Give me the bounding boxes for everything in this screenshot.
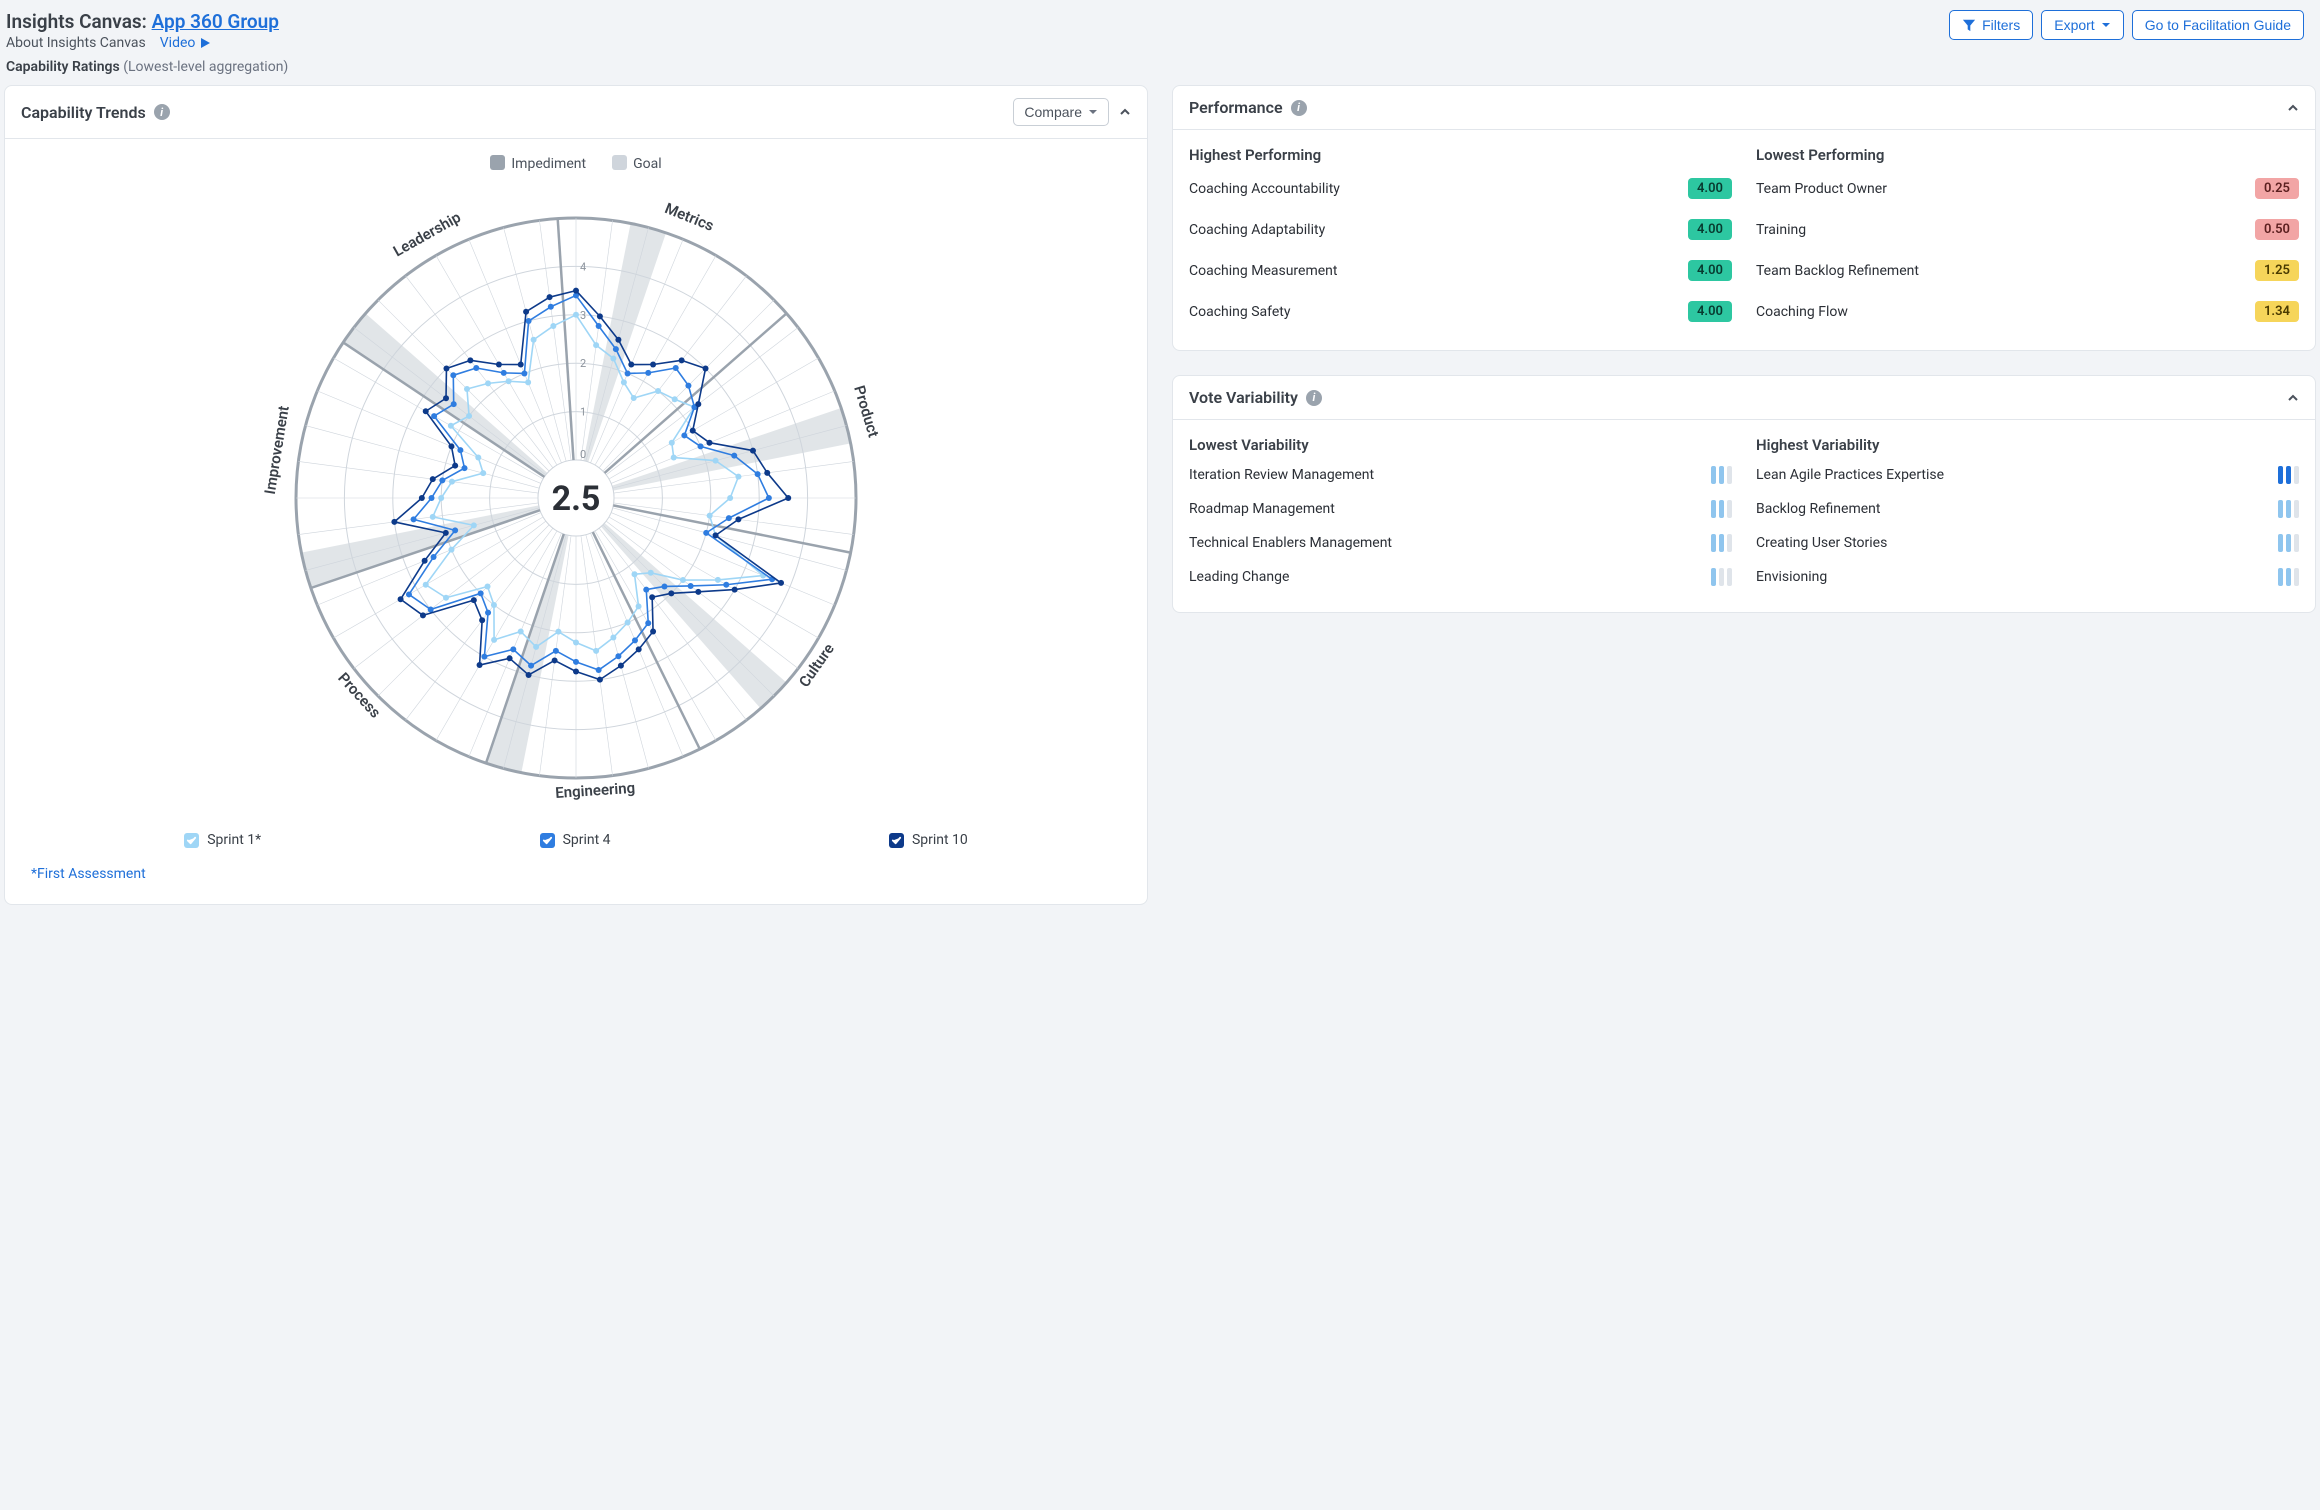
svg-text:0: 0 — [580, 448, 586, 461]
performance-row[interactable]: Training 0.50 — [1756, 209, 2299, 250]
caret-down-icon — [1088, 107, 1098, 117]
score-badge: 1.34 — [2255, 301, 2299, 322]
export-button[interactable]: Export — [2041, 10, 2123, 40]
svg-text:Metrics: Metrics — [662, 199, 716, 235]
svg-text:2: 2 — [580, 357, 586, 370]
variability-bars — [1711, 568, 1732, 586]
collapse-icon[interactable] — [2287, 392, 2299, 404]
svg-text:Improvement: Improvement — [261, 404, 293, 495]
score-badge: 4.00 — [1688, 219, 1732, 240]
capability-name: Coaching Measurement — [1189, 263, 1337, 279]
capability-name: Coaching Accountability — [1189, 181, 1340, 197]
performance-row[interactable]: Coaching Accountability 4.00 — [1189, 168, 1732, 209]
performance-title: Performance — [1189, 98, 1283, 117]
title-group-link[interactable]: App 360 Group — [152, 10, 279, 33]
capability-name: Iteration Review Management — [1189, 467, 1374, 483]
performance-row[interactable]: Coaching Flow 1.34 — [1756, 291, 2299, 332]
score-badge: 4.00 — [1688, 301, 1732, 322]
variability-bars — [2278, 500, 2299, 518]
title-prefix: Insights Canvas: — [6, 10, 152, 33]
score-badge: 4.00 — [1688, 178, 1732, 199]
sprint-legend: Sprint 1* Sprint 4 Sprint 10 — [45, 832, 1107, 848]
capability-name: Coaching Safety — [1189, 304, 1290, 320]
collapse-icon[interactable] — [1119, 106, 1131, 118]
performance-card: Performance i Highest Performing Coachin… — [1172, 85, 2316, 351]
column-header: Lowest Performing — [1756, 140, 2299, 168]
variability-bars — [2278, 568, 2299, 586]
performance-row[interactable]: Coaching Measurement 4.00 — [1189, 250, 1732, 291]
variability-row[interactable]: Roadmap Management — [1189, 492, 1732, 526]
score-badge: 1.25 — [2255, 260, 2299, 281]
capability-name: Lean Agile Practices Expertise — [1756, 467, 1944, 483]
capability-name: Training — [1756, 222, 1806, 238]
capability-radar-chart: 123402.5MetricsProductCultureEngineering… — [256, 178, 896, 818]
performance-row[interactable]: Coaching Adaptability 4.00 — [1189, 209, 1732, 250]
capability-name: Roadmap Management — [1189, 501, 1335, 517]
capability-name: Technical Enablers Management — [1189, 535, 1392, 551]
capability-name: Backlog Refinement — [1756, 501, 1880, 517]
performance-row[interactable]: Coaching Safety 4.00 — [1189, 291, 1732, 332]
svg-text:3: 3 — [580, 309, 586, 322]
variability-card: Vote Variability i Lowest Variability It… — [1172, 375, 2316, 613]
performance-row[interactable]: Team Product Owner 0.25 — [1756, 168, 2299, 209]
capability-trends-card: Capability Trends i Compare Impediment G… — [4, 85, 1148, 905]
radar-overlay-legend: Impediment Goal — [15, 153, 1137, 172]
variability-bars — [2278, 466, 2299, 484]
impediment-toggle[interactable]: Impediment — [490, 153, 586, 172]
about-link[interactable]: About Insights Canvas — [6, 35, 146, 51]
compare-button[interactable]: Compare — [1013, 98, 1109, 126]
info-icon[interactable]: i — [1306, 390, 1322, 406]
capability-name: Envisioning — [1756, 569, 1827, 585]
variability-row[interactable]: Leading Change — [1189, 560, 1732, 594]
score-badge: 0.25 — [2255, 178, 2299, 199]
svg-text:2.5: 2.5 — [552, 479, 601, 519]
capability-name: Leading Change — [1189, 569, 1289, 585]
variability-row[interactable]: Creating User Stories — [1756, 526, 2299, 560]
variability-row[interactable]: Iteration Review Management — [1189, 458, 1732, 492]
svg-text:1: 1 — [580, 406, 586, 419]
video-link[interactable]: Video — [160, 35, 212, 51]
svg-text:Leadership: Leadership — [390, 208, 464, 260]
performance-row[interactable]: Team Backlog Refinement 1.25 — [1756, 250, 2299, 291]
collapse-icon[interactable] — [2287, 102, 2299, 114]
capability-name: Coaching Flow — [1756, 304, 1848, 320]
column-header: Highest Performing — [1189, 140, 1732, 168]
capability-name: Creating User Stories — [1756, 535, 1887, 551]
variability-row[interactable]: Lean Agile Practices Expertise — [1756, 458, 2299, 492]
variability-bars — [2278, 534, 2299, 552]
info-icon[interactable]: i — [1291, 100, 1307, 116]
variability-row[interactable]: Technical Enablers Management — [1189, 526, 1732, 560]
goal-toggle[interactable]: Goal — [612, 153, 662, 172]
variability-row[interactable]: Backlog Refinement — [1756, 492, 2299, 526]
svg-text:4: 4 — [580, 260, 586, 273]
capability-trends-title: Capability Trends — [21, 103, 146, 122]
sprint-toggle[interactable]: Sprint 1* — [184, 832, 261, 848]
first-assessment-note: *First Assessment — [31, 866, 1133, 882]
page-title: Insights Canvas: App 360 Group — [6, 10, 279, 33]
sprint-toggle[interactable]: Sprint 10 — [889, 832, 968, 848]
filter-icon — [1962, 18, 1976, 32]
variability-bars — [1711, 500, 1732, 518]
variability-title: Vote Variability — [1189, 388, 1298, 407]
capability-name: Team Backlog Refinement — [1756, 263, 1919, 279]
score-badge: 4.00 — [1688, 260, 1732, 281]
facilitation-guide-button[interactable]: Go to Facilitation Guide — [2132, 10, 2304, 40]
variability-row[interactable]: Envisioning — [1756, 560, 2299, 594]
svg-text:Engineering: Engineering — [555, 779, 636, 802]
sprint-toggle[interactable]: Sprint 4 — [540, 832, 611, 848]
capability-name: Team Product Owner — [1756, 181, 1887, 197]
filters-button[interactable]: Filters — [1949, 10, 2033, 40]
caret-down-icon — [2101, 20, 2111, 30]
play-icon — [199, 37, 211, 49]
variability-bars — [1711, 466, 1732, 484]
section-subtitle: Capability Ratings (Lowest-level aggrega… — [0, 57, 2320, 85]
info-icon[interactable]: i — [154, 104, 170, 120]
capability-name: Coaching Adaptability — [1189, 222, 1325, 238]
column-header: Lowest Variability — [1189, 430, 1732, 458]
score-badge: 0.50 — [2255, 219, 2299, 240]
variability-bars — [1711, 534, 1732, 552]
svg-text:Product: Product — [850, 383, 882, 439]
column-header: Highest Variability — [1756, 430, 2299, 458]
